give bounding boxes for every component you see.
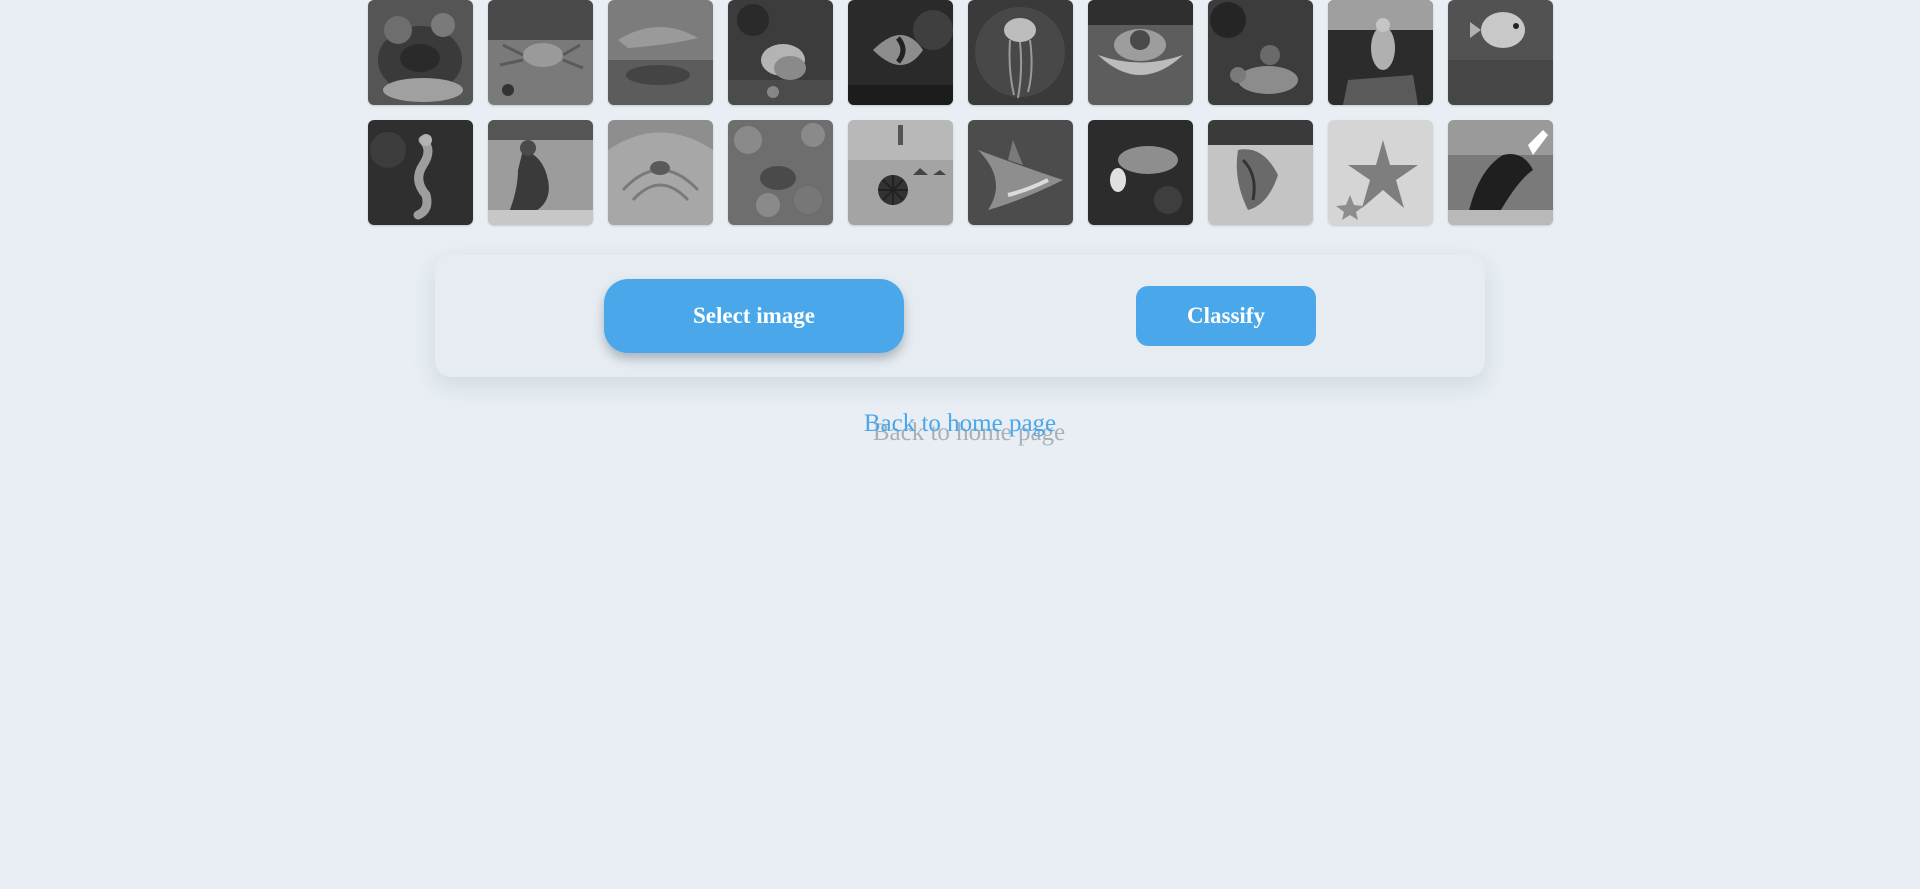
seahorse-icon[interactable] <box>368 120 473 225</box>
back-to-home-link[interactable]: Back to home page <box>0 410 1920 438</box>
select-image-button[interactable]: Select image <box>604 279 904 353</box>
image-gallery <box>368 0 1553 240</box>
clam-icon[interactable] <box>1088 0 1193 105</box>
cuttlefish-icon[interactable] <box>1208 120 1313 225</box>
sea-snail-icon[interactable] <box>728 0 833 105</box>
dolphin-icon[interactable] <box>608 0 713 105</box>
starfish-icon[interactable] <box>1328 120 1433 225</box>
sea-bird-icon[interactable] <box>1328 0 1433 105</box>
crab-in-rocks-icon[interactable] <box>1208 0 1313 105</box>
coral-reef-icon[interactable] <box>368 0 473 105</box>
sea-urchin-on-beach-icon[interactable] <box>848 120 953 225</box>
classify-button[interactable]: Classify <box>1136 286 1316 346</box>
crab-icon[interactable] <box>488 0 593 105</box>
angelfish-icon[interactable] <box>848 0 953 105</box>
shark-icon[interactable] <box>968 120 1073 225</box>
shell-icon[interactable] <box>608 120 713 225</box>
lobster-icon[interactable] <box>1088 120 1193 225</box>
pufferfish-icon[interactable] <box>1448 0 1553 105</box>
whale-icon[interactable] <box>1448 120 1553 225</box>
gallery-row <box>368 0 1553 105</box>
action-panel: Select image Classify <box>435 255 1485 377</box>
sea-turtle-icon[interactable] <box>728 120 833 225</box>
gallery-row <box>368 120 1553 225</box>
home-nav: Back to home page Back to home page <box>0 410 1920 460</box>
jellyfish-icon[interactable] <box>968 0 1073 105</box>
sea-lion-icon[interactable] <box>488 120 593 225</box>
